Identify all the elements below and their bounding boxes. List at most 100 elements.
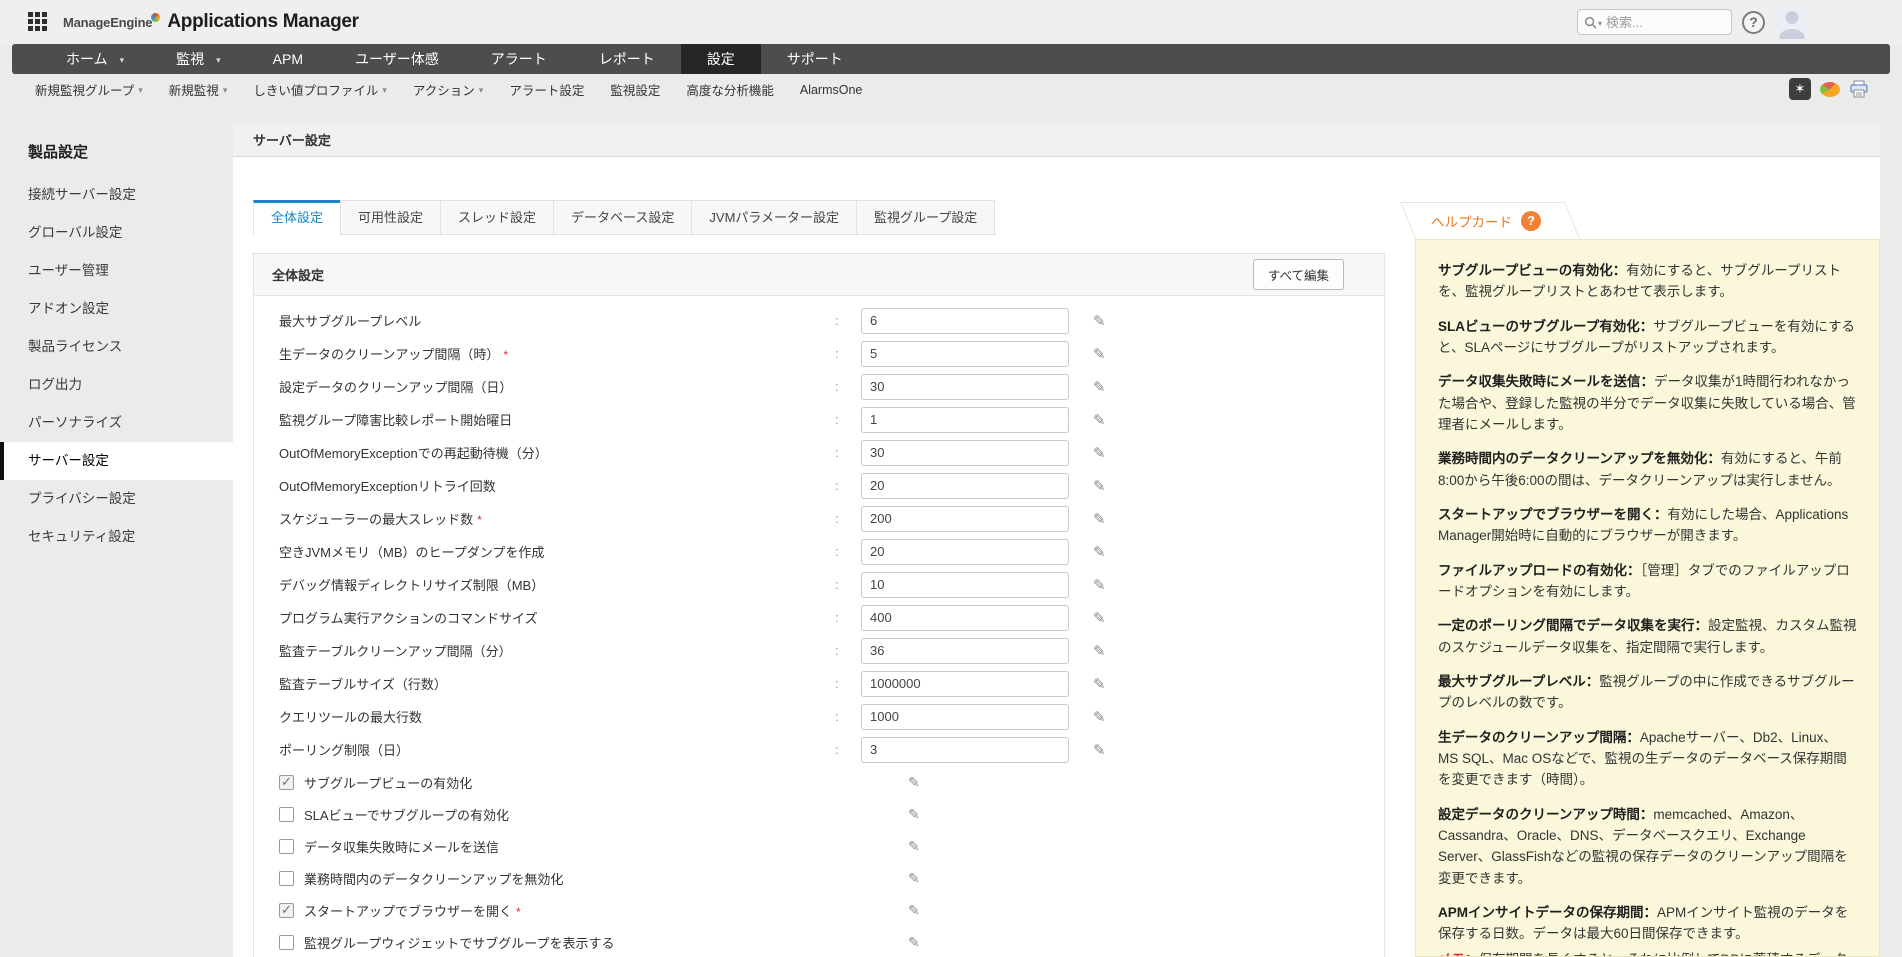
edit-pencil-icon[interactable]: ✎ (1093, 411, 1106, 429)
nav-alerts[interactable]: アラート (465, 44, 573, 74)
checkbox[interactable] (279, 870, 294, 886)
subnav-monitor-settings[interactable]: 監視設定 (597, 80, 673, 99)
help-entry: APMインサイトデータの保存期間：APMインサイト監視のデータを保存する日数。デ… (1438, 904, 1849, 942)
field-label: クエリツールの最大行数 (279, 710, 423, 725)
field-label: スケジューラーの最大スレッド数 (279, 512, 474, 527)
tab-global-settings[interactable]: 全体設定 (253, 200, 342, 235)
field-value-input[interactable] (861, 307, 1069, 334)
edit-pencil-icon[interactable]: ✎ (908, 774, 920, 791)
edit-pencil-icon[interactable]: ✎ (1093, 576, 1106, 594)
subnav-alarmsone[interactable]: AlarmsOne (787, 83, 876, 97)
sidebar-item-log-output[interactable]: ログ出力 (0, 366, 245, 404)
checkbox[interactable] (279, 934, 294, 950)
edit-pencil-icon[interactable]: ✎ (1093, 345, 1106, 363)
field-row: クエリツールの最大行数 : ✎ (254, 700, 1384, 733)
checkbox-label: データ収集失敗時にメールを送信 (304, 839, 500, 855)
edit-pencil-icon[interactable]: ✎ (1093, 543, 1106, 561)
edit-pencil-icon[interactable]: ✎ (1093, 510, 1106, 528)
edit-all-button[interactable]: すべて編集 (1252, 259, 1344, 290)
subnav-actions[interactable]: アクション ▾ (400, 80, 496, 99)
help-icon[interactable]: ? (1742, 10, 1765, 34)
search-input[interactable] (1606, 14, 1707, 30)
checkbox[interactable] (279, 902, 294, 918)
nav-reports[interactable]: レポート (573, 44, 681, 74)
field-row: プログラム実行アクションのコマンドサイズ : ✎ (254, 601, 1384, 634)
tab-jvm-parameter-settings[interactable]: JVMパラメーター設定 (691, 200, 858, 235)
nav-home[interactable]: ホーム ▾ (40, 44, 150, 74)
field-value-input[interactable] (861, 505, 1069, 532)
sidebar-item-connected-server-settings[interactable]: 接続サーバー設定 (0, 176, 245, 214)
search-box[interactable]: ▾ (1577, 9, 1732, 35)
aperture-icon[interactable]: ✶ (1789, 78, 1811, 100)
help-entry: SLAビューのサブグループ有効化：サブグループビューを有効にすると、SLAページ… (1438, 318, 1856, 355)
edit-pencil-icon[interactable]: ✎ (1093, 642, 1106, 660)
subnav-new-monitor-group[interactable]: 新規監視グループ ▾ (22, 80, 156, 99)
nav-monitor[interactable]: 監視 ▾ (150, 44, 247, 74)
field-value-input[interactable] (861, 571, 1069, 598)
edit-pencil-icon[interactable]: ✎ (1093, 378, 1106, 396)
sidebar-item-server-settings[interactable]: サーバー設定 (0, 442, 245, 480)
checkbox-row: スタートアップでブラウザーを開く* ✎ (254, 894, 1384, 926)
field-value-input[interactable] (861, 736, 1069, 763)
field-value-input[interactable] (861, 703, 1069, 730)
field-value-input[interactable] (861, 604, 1069, 631)
subnav-new-monitor[interactable]: 新規監視 ▾ (156, 80, 241, 99)
field-value-input[interactable] (861, 637, 1069, 664)
field-value-input[interactable] (861, 340, 1069, 367)
sidebar-item-user-management[interactable]: ユーザー管理 (0, 252, 245, 290)
tab-monitor-group-settings[interactable]: 監視グループ設定 (856, 200, 996, 235)
printer-icon[interactable] (1849, 80, 1869, 98)
sidebar-item-privacy-settings[interactable]: プライバシー設定 (0, 480, 245, 518)
edit-pencil-icon[interactable]: ✎ (1093, 444, 1106, 462)
tab-database-settings[interactable]: データベース設定 (553, 200, 693, 235)
sidebar-item-security-settings[interactable]: セキュリティ設定 (0, 518, 245, 556)
nav-support[interactable]: サポート (761, 44, 869, 74)
sidebar-item-global-settings[interactable]: グローバル設定 (0, 214, 245, 252)
field-label: 監査テーブルクリーンアップ間隔（分） (279, 644, 512, 659)
edit-pencil-icon[interactable]: ✎ (1093, 741, 1106, 759)
sidebar-item-product-license[interactable]: 製品ライセンス (0, 328, 245, 366)
checkbox[interactable] (279, 774, 294, 790)
field-value-input[interactable] (861, 538, 1069, 565)
subnav-alert-settings[interactable]: アラート設定 (496, 80, 597, 99)
tab-availability-settings[interactable]: 可用性設定 (340, 200, 442, 235)
nav-user-experience[interactable]: ユーザー体感 (329, 44, 465, 74)
colon: : (835, 379, 839, 394)
edit-pencil-icon[interactable]: ✎ (1093, 312, 1106, 330)
question-badge-icon[interactable]: ? (1521, 210, 1541, 231)
user-avatar[interactable] (1775, 5, 1808, 39)
subnav-threshold-profile[interactable]: しきい値プロファイル ▾ (240, 80, 400, 99)
help-card-tab: ヘルプカード ? (1415, 202, 1580, 239)
edit-pencil-icon[interactable]: ✎ (908, 806, 920, 823)
pie-chart-icon[interactable] (1820, 81, 1840, 97)
apps-grid-icon[interactable] (28, 12, 48, 32)
colon: : (835, 709, 839, 724)
checkbox[interactable] (279, 806, 294, 822)
edit-pencil-icon[interactable]: ✎ (1093, 708, 1106, 726)
field-label: 生データのクリーンアップ間隔（時） (279, 347, 500, 362)
checkbox[interactable] (279, 838, 294, 854)
edit-pencil-icon[interactable]: ✎ (908, 934, 920, 951)
field-value-input[interactable] (861, 406, 1069, 433)
nav-settings[interactable]: 設定 (680, 44, 761, 74)
caret-down-icon: ▾ (222, 85, 228, 95)
sidebar-item-addon-settings[interactable]: アドオン設定 (0, 290, 245, 328)
edit-pencil-icon[interactable]: ✎ (1093, 609, 1106, 627)
nav-apm[interactable]: APM (247, 44, 329, 74)
search-scope-caret-icon[interactable]: ▾ (1598, 19, 1602, 28)
tab-thread-settings[interactable]: スレッド設定 (440, 200, 555, 235)
edit-pencil-icon[interactable]: ✎ (908, 902, 920, 919)
field-value-input[interactable] (861, 472, 1069, 499)
field-value-input[interactable] (861, 439, 1069, 466)
subnav-advanced-analytics[interactable]: 高度な分析機能 (673, 80, 787, 99)
sidebar-item-personalize[interactable]: パーソナライズ (0, 404, 245, 442)
edit-pencil-icon[interactable]: ✎ (908, 838, 920, 855)
colon: : (835, 412, 839, 427)
colon: : (835, 511, 839, 526)
field-value-input[interactable] (861, 373, 1069, 400)
edit-pencil-icon[interactable]: ✎ (1093, 675, 1106, 693)
field-row: デバッグ情報ディレクトリサイズ制限（MB） : ✎ (254, 568, 1384, 601)
edit-pencil-icon[interactable]: ✎ (908, 870, 920, 887)
field-value-input[interactable] (861, 670, 1069, 697)
edit-pencil-icon[interactable]: ✎ (1093, 477, 1106, 495)
